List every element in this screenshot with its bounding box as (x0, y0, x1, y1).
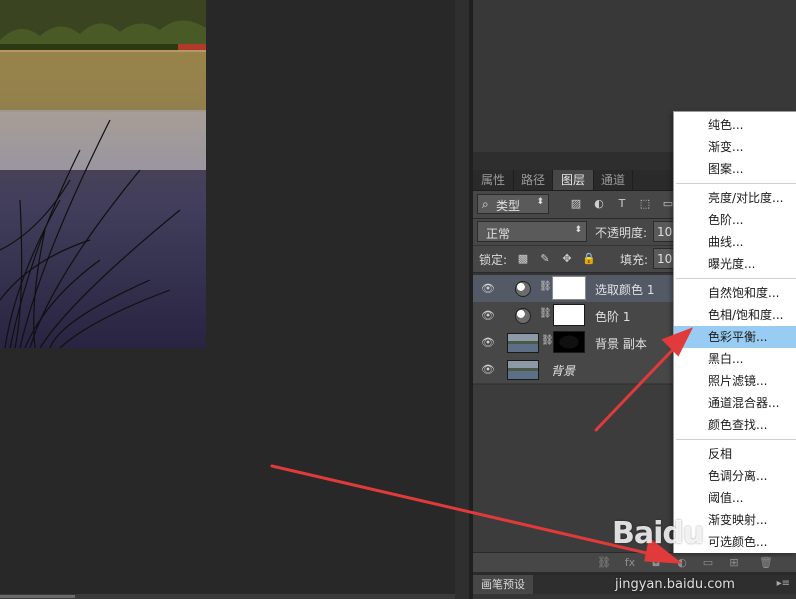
link-layers-icon[interactable]: ⛓ (597, 556, 611, 570)
menu-separator (676, 183, 796, 184)
adjustment-layer-menu: 纯色... 渐变... 图案... 亮度/对比度... 色阶... 曲线... … (673, 111, 796, 553)
horizontal-scrollbar[interactable] (0, 594, 455, 599)
visibility-eye-icon[interactable]: 👁 (481, 363, 495, 377)
blend-mode-select[interactable]: 正常 ⬍ (477, 221, 587, 242)
visibility-eye-icon[interactable]: 👁 (481, 309, 495, 323)
menu-item-brightness-contrast[interactable]: 亮度/对比度... (674, 187, 796, 209)
menu-item-levels[interactable]: 色阶... (674, 209, 796, 231)
menu-item-vibrance[interactable]: 自然饱和度... (674, 282, 796, 304)
menu-item-color-lookup[interactable]: 颜色查找... (674, 414, 796, 436)
tab-brush-presets[interactable]: 画笔预设 (473, 575, 534, 594)
menu-item-exposure[interactable]: 曝光度... (674, 253, 796, 275)
layer-style-icon[interactable]: fx (623, 556, 637, 570)
visibility-eye-icon[interactable]: 👁 (481, 282, 495, 296)
watermark-brand: Baidu (612, 516, 704, 551)
panel-menu-icon[interactable]: ▸≡ (777, 578, 790, 589)
layer-name: 背景 副本 (595, 337, 647, 351)
search-icon: ⌕ (482, 197, 489, 211)
new-adjustment-layer-icon[interactable]: ◐ (675, 556, 689, 570)
menu-item-pattern[interactable]: 图案... (674, 158, 796, 180)
layer-mask-thumbnail[interactable] (553, 304, 585, 326)
menu-item-hue-saturation[interactable]: 色相/饱和度... (674, 304, 796, 326)
tab-properties[interactable]: 属性 (473, 170, 514, 190)
adjustment-filter-icon[interactable]: ◐ (592, 197, 606, 211)
layer-kind-select[interactable]: ⌕ 类型 ⬍ (477, 194, 549, 214)
adjustment-layer-icon (515, 281, 531, 297)
document-photo[interactable] (0, 0, 206, 348)
scrollbar-thumb[interactable] (0, 595, 75, 598)
menu-item-color-balance[interactable]: 色彩平衡... (674, 326, 796, 348)
new-group-icon[interactable]: ▭ (701, 556, 715, 570)
updown-arrow-icon: ⬍ (536, 197, 544, 207)
lock-pixels-icon[interactable]: ✎ (538, 252, 552, 266)
link-chain-icon[interactable]: ⛓ (539, 308, 552, 322)
layer-mask-thumbnail[interactable] (553, 331, 585, 353)
menu-item-gradient[interactable]: 渐变... (674, 136, 796, 158)
menu-item-invert[interactable]: 反相 (674, 443, 796, 465)
layer-name: 选取颜色 1 (595, 283, 655, 297)
type-filter-icon[interactable]: T (615, 197, 629, 211)
watermark-url: jingyan.baidu.com (615, 577, 735, 592)
layer-mask-thumbnail[interactable] (552, 276, 586, 300)
adjustment-layer-icon (515, 308, 531, 324)
tab-layers[interactable]: 图层 (553, 170, 594, 190)
canvas-area[interactable] (0, 0, 455, 599)
menu-item-solid-color[interactable]: 纯色... (674, 114, 796, 136)
menu-separator (676, 439, 796, 440)
layers-footer-toolbar: ⛓ fx ◘ ◐ ▭ ⊞ 🗑 (473, 552, 796, 573)
layer-thumbnail[interactable] (507, 333, 539, 353)
new-layer-icon[interactable]: ⊞ (727, 556, 741, 570)
link-chain-icon[interactable]: ⛓ (541, 335, 554, 349)
menu-item-channel-mixer[interactable]: 通道混合器... (674, 392, 796, 414)
fill-label: 填充: (620, 253, 649, 267)
add-mask-icon[interactable]: ◘ (649, 556, 663, 570)
menu-item-black-white[interactable]: 黑白... (674, 348, 796, 370)
lock-all-icon[interactable]: 🔒 (582, 252, 596, 266)
panel-gutter (455, 0, 469, 599)
layer-name: 背景 (551, 364, 576, 378)
menu-item-photo-filter[interactable]: 照片滤镜... (674, 370, 796, 392)
menu-item-posterize[interactable]: 色调分离... (674, 465, 796, 487)
lock-label: 锁定: (479, 253, 508, 267)
layer-kind-label: 类型 (496, 199, 521, 213)
image-filter-icon[interactable]: ▨ (569, 197, 583, 211)
visibility-eye-icon[interactable]: 👁 (481, 336, 495, 350)
link-chain-icon[interactable]: ⛓ (539, 281, 552, 295)
opacity-label: 不透明度: (595, 226, 648, 240)
lock-transparency-icon[interactable]: ▩ (516, 252, 530, 266)
shape-filter-icon[interactable]: ⬚ (638, 197, 652, 211)
menu-item-curves[interactable]: 曲线... (674, 231, 796, 253)
blend-mode-value: 正常 (486, 227, 511, 241)
menu-item-threshold[interactable]: 阈值... (674, 487, 796, 509)
lock-position-icon[interactable]: ✥ (560, 252, 574, 266)
tab-channels[interactable]: 通道 (594, 170, 633, 190)
delete-layer-icon[interactable]: 🗑 (759, 556, 773, 570)
menu-separator (676, 278, 796, 279)
layer-name: 色阶 1 (595, 310, 631, 324)
updown-arrow-icon: ⬍ (574, 225, 582, 235)
layer-thumbnail[interactable] (507, 360, 539, 380)
tab-paths[interactable]: 路径 (514, 170, 553, 190)
